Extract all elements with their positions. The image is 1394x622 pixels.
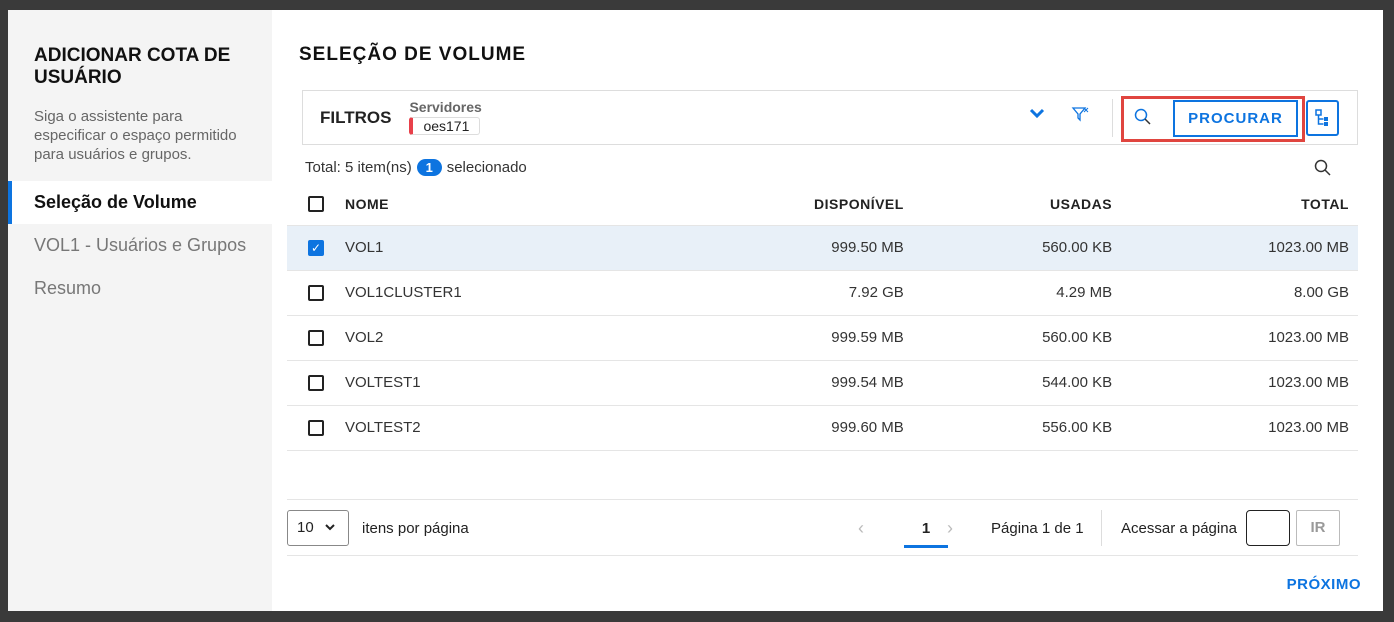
row-checkbox[interactable]: ✓ xyxy=(308,240,324,257)
clear-filter-icon[interactable] xyxy=(1071,105,1089,128)
available-cell: 999.54 MB xyxy=(652,359,913,405)
pagination: 10 itens por página ‹ 1 › Página 1 de 1 … xyxy=(287,499,1358,556)
filter-bar: FILTROS Servidores oes171 PROCURAR xyxy=(302,90,1358,145)
wizard-title: ADICIONAR COTA DE USUÁRIO xyxy=(34,45,231,88)
chevron-down-icon xyxy=(325,524,335,531)
total-cell: 1023.00 MB xyxy=(1121,359,1358,405)
search-icon[interactable] xyxy=(1134,108,1152,131)
add-user-quota-dialog: ADICIONAR COTA DE USUÁRIO Siga o assiste… xyxy=(8,10,1383,611)
available-cell: 7.92 GB xyxy=(652,269,913,315)
next-button[interactable]: PRÓXIMO xyxy=(1287,576,1361,593)
selection-summary: Total: 5 item(ns) 1 selecionado xyxy=(305,159,527,176)
page-info: Página 1 de 1 xyxy=(991,520,1084,537)
selected-count-badge: 1 xyxy=(416,159,442,176)
total-cell: 1023.00 MB xyxy=(1121,314,1358,360)
total-count: Total: 5 item(ns) xyxy=(305,159,412,176)
total-cell: 8.00 GB xyxy=(1121,269,1358,315)
available-cell: 999.59 MB xyxy=(652,314,913,360)
volume-name: VOL2 xyxy=(345,314,653,360)
select-all-checkbox[interactable] xyxy=(308,196,324,213)
table-search-icon[interactable] xyxy=(1314,159,1332,182)
used-cell: 544.00 KB xyxy=(912,359,1122,405)
per-page-select[interactable]: 10 xyxy=(287,510,349,546)
divider xyxy=(1101,510,1102,546)
col-total[interactable]: TOTAL xyxy=(1121,183,1358,225)
server-chip[interactable]: oes171 xyxy=(409,117,481,135)
filters-label: FILTROS xyxy=(320,107,392,127)
used-cell: 560.00 KB xyxy=(912,224,1122,270)
tree-icon xyxy=(1315,109,1328,126)
table-row[interactable]: VOL2 999.59 MB 560.00 KB 1023.00 MB xyxy=(287,314,1358,360)
go-button[interactable]: IR xyxy=(1296,510,1340,546)
col-used[interactable]: USADAS xyxy=(913,183,1121,225)
selected-label: selecionado xyxy=(446,159,527,176)
step-volume-selection[interactable]: Seleção de Volume xyxy=(8,181,272,224)
search-button[interactable]: PROCURAR xyxy=(1173,100,1298,137)
used-cell: 560.00 KB xyxy=(912,314,1122,360)
page-title: SELEÇÃO DE VOLUME xyxy=(299,44,527,65)
volume-name: VOLTEST2 xyxy=(345,404,653,451)
servers-label: Servidores xyxy=(409,99,482,115)
col-available[interactable]: DISPONÍVEL xyxy=(653,183,913,225)
divider xyxy=(1112,99,1113,137)
chevron-down-icon[interactable] xyxy=(1027,103,1047,128)
volume-name: VOL1CLUSTER1 xyxy=(345,269,653,315)
step-users-groups[interactable]: VOL1 - Usuários e Grupos xyxy=(8,224,272,267)
row-checkbox[interactable] xyxy=(308,420,324,437)
used-cell: 4.29 MB xyxy=(912,269,1122,315)
total-cell: 1023.00 MB xyxy=(1121,404,1358,451)
available-cell: 999.60 MB xyxy=(652,404,913,451)
table-row[interactable]: VOLTEST1 999.54 MB 544.00 KB 1023.00 MB xyxy=(287,359,1358,405)
wizard-description: Siga o assistente para especificar o esp… xyxy=(34,108,237,163)
wizard-sidebar: ADICIONAR COTA DE USUÁRIO Siga o assiste… xyxy=(8,10,272,611)
next-page-icon[interactable]: › xyxy=(947,518,953,539)
table-row[interactable]: ✓ VOL1 999.50 MB 560.00 KB 1023.00 MB xyxy=(287,224,1358,270)
row-checkbox[interactable] xyxy=(308,375,324,392)
total-cell: 1023.00 MB xyxy=(1121,224,1358,270)
volume-name: VOLTEST1 xyxy=(345,359,653,405)
used-cell: 556.00 KB xyxy=(912,404,1122,451)
table-row[interactable]: VOL1CLUSTER1 7.92 GB 4.29 MB 8.00 GB xyxy=(287,269,1358,315)
goto-label: Acessar a página xyxy=(1121,520,1237,537)
step-summary[interactable]: Resumo xyxy=(8,267,272,310)
prev-page-icon[interactable]: ‹ xyxy=(858,518,864,539)
row-checkbox[interactable] xyxy=(308,285,324,302)
volume-name: VOL1 xyxy=(345,224,653,270)
available-cell: 999.50 MB xyxy=(652,224,913,270)
col-name[interactable]: NOME xyxy=(345,183,653,225)
table-row[interactable]: VOLTEST2 999.60 MB 556.00 KB 1023.00 MB xyxy=(287,404,1358,451)
current-page[interactable]: 1 xyxy=(904,520,948,548)
volume-table: NOME DISPONÍVEL USADAS TOTAL ✓ VOL1 999.… xyxy=(287,183,1358,451)
tree-view-button[interactable] xyxy=(1306,100,1339,136)
per-page-label: itens por página xyxy=(362,520,469,537)
goto-page-input[interactable] xyxy=(1246,510,1290,546)
row-checkbox[interactable] xyxy=(308,330,324,347)
per-page-value: 10 xyxy=(297,519,314,536)
